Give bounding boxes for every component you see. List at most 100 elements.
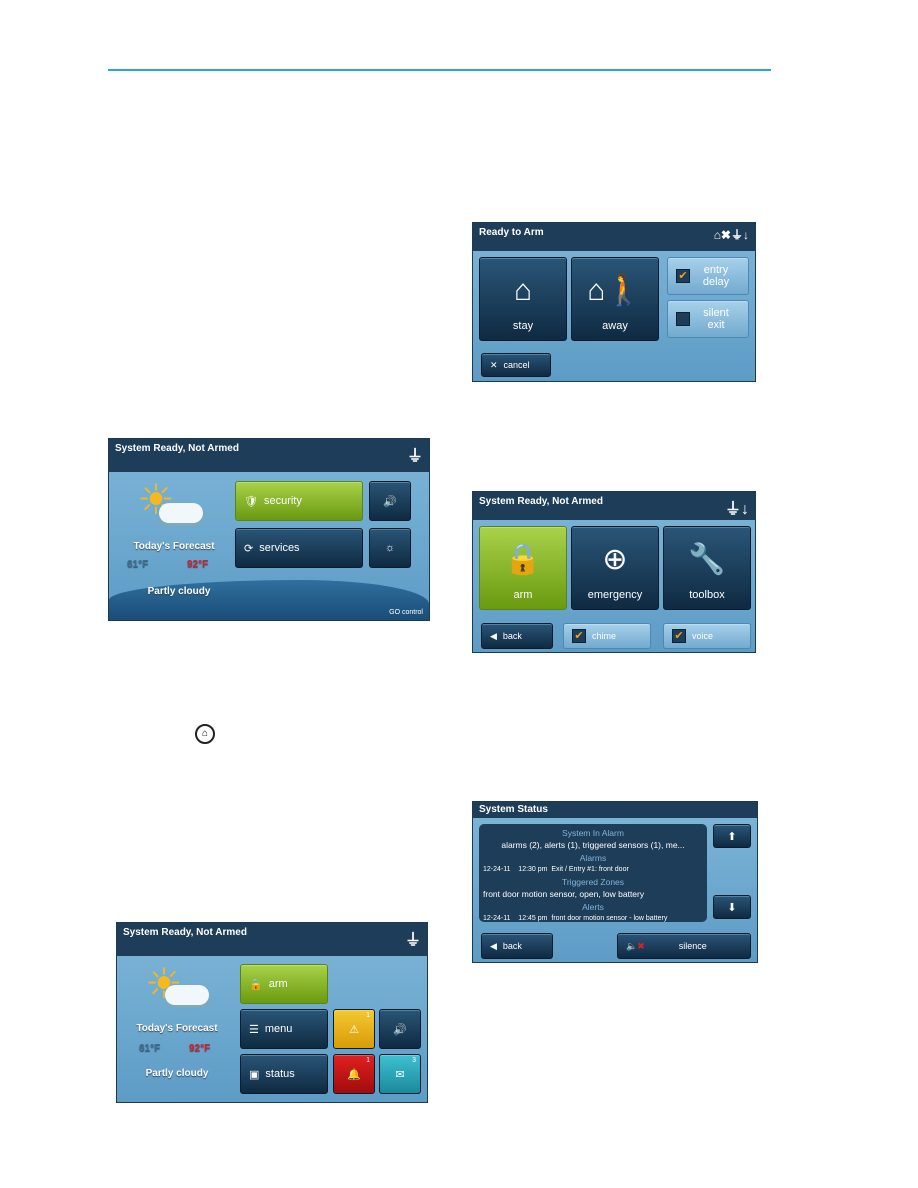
bell-icon: 🔔 [347, 1068, 361, 1081]
high-temp: 92°F [187, 559, 209, 570]
services-icon: ⟳ [244, 542, 254, 555]
checkbox-checked-icon: ✔ [672, 629, 686, 643]
brightness-button[interactable]: ☼ [369, 528, 411, 568]
wrench-icon: 🔧 [688, 543, 726, 576]
condition: Partly cloudy [145, 1068, 209, 1079]
cancel-label: cancel [503, 360, 530, 370]
menu-button[interactable]: ☰ menu [240, 1009, 328, 1049]
speaker-icon: 🔊 [383, 495, 397, 508]
silence-button[interactable]: 🔈✖ silence [617, 933, 751, 959]
toolbox-label: toolbox [689, 589, 725, 601]
stay-button[interactable]: ⌂ stay [479, 257, 567, 341]
away-button[interactable]: ⌂🚶 away [571, 257, 659, 341]
house-walk-icon: ⌂🚶 [587, 274, 643, 307]
house-person-icon: ⌂ [513, 274, 533, 307]
back-label: back [502, 941, 522, 951]
plug-arrow-icon: ⏚↓ [724, 501, 749, 518]
zone-entry: front door motion sensor, open, low batt… [483, 889, 645, 900]
toolbox-button[interactable]: 🔧 toolbox [663, 526, 751, 610]
status-title: System Status [479, 804, 548, 815]
stay-label: stay [512, 320, 534, 332]
messages-button[interactable]: ✉ 3 [379, 1054, 421, 1094]
alerts-button[interactable]: ⚠ 1 [333, 1009, 375, 1049]
back-button[interactable]: ◀ back [481, 933, 553, 959]
security-screen: System Ready, Not Armed ⏚↓ 🔒 arm ⊕ emergenc… [472, 491, 756, 653]
plug-icon: ⏚ [406, 448, 423, 465]
status-title: System Ready, Not Armed [115, 443, 239, 454]
security-button[interactable]: 🛡 security [235, 481, 363, 521]
home-screen-2: System Ready, Not Armed ⏚ ☀ Today's Forec… [116, 922, 428, 1103]
status-title: System Ready, Not Armed [123, 927, 247, 938]
menu-label: menu [264, 1023, 293, 1035]
emergency-button[interactable]: ⊕ emergency [571, 526, 659, 610]
logo: GO control [389, 609, 423, 616]
speaker-icon: 🔊 [393, 1023, 407, 1036]
alarms-heading: Alarms [579, 852, 607, 863]
header-rule [108, 69, 771, 71]
entry-delay-toggle[interactable]: ✔ entry delay [667, 257, 749, 295]
back-button[interactable]: ◀ back [481, 623, 553, 649]
status-title: System Ready, Not Armed [479, 496, 603, 507]
menu-icon: ☰ [249, 1023, 259, 1036]
alarm-entry: 12-24-11 12:30 pm Exit / Entry #1: front… [483, 864, 703, 876]
low-temp: 61°F [139, 1043, 161, 1054]
alerts-heading: Alerts [582, 901, 604, 912]
shield-icon: 🛡 [244, 495, 258, 508]
emergency-cross-icon: ⊕ [602, 543, 628, 576]
scroll-down-button[interactable]: ⬇ [713, 895, 751, 919]
date: 12-24-11 [483, 865, 511, 873]
lock-icon: 🔒 [504, 543, 542, 576]
status-title: Ready to Arm [479, 227, 544, 238]
mute-icon: 🔈✖ [626, 940, 645, 951]
voice-label: voice [692, 631, 714, 641]
status-bar: System Ready, Not Armed ⏚↓ [473, 492, 755, 520]
status-icon: ▣ [249, 1068, 260, 1081]
alert-count: 1 [366, 1012, 370, 1019]
back-arrow-icon: ◀ [490, 940, 497, 951]
alarm-count: 1 [366, 1057, 370, 1064]
forecast-label: Today's Forecast [136, 1023, 218, 1034]
status-list: System In Alarm alarms (2), alerts (1), … [479, 824, 707, 922]
low-temp: 61°F [127, 559, 149, 570]
chime-toggle[interactable]: ✔ chime [563, 623, 651, 649]
zones-heading: Triggered Zones [561, 877, 625, 888]
arm-screen: Ready to Arm ⌂✖⏚↓ ⌂ stay ⌂🚶 away ✔ entry del… [472, 222, 756, 382]
arm-button[interactable]: 🔒 arm [479, 526, 567, 610]
time: 12:30 pm [518, 865, 548, 873]
voice-toggle[interactable]: ✔ voice [663, 623, 751, 649]
cancel-button[interactable]: ✕ cancel [481, 353, 551, 377]
chime-label: chime [592, 631, 617, 641]
silence-label: silence [678, 941, 707, 951]
silent-exit-label: silent exit [703, 307, 729, 331]
lock-icon: 🔒 [249, 978, 263, 991]
back-arrow-icon: ◀ [490, 630, 497, 641]
cloud-icon [165, 985, 209, 1005]
status-bar: System Ready, Not Armed ⏚ [109, 439, 429, 472]
time: 12:45 pm [518, 915, 548, 923]
scroll-up-button[interactable]: ⬆ [713, 824, 751, 848]
services-button[interactable]: ⟳ services [235, 528, 363, 568]
status-bar: System Status [473, 802, 757, 818]
alarms-button[interactable]: 🔔 1 [333, 1054, 375, 1094]
security-label: security [263, 495, 302, 507]
status-button[interactable]: ▣ status [240, 1054, 328, 1094]
away-label: away [602, 320, 628, 332]
entry-delay-label: entry delay [702, 264, 730, 288]
arm-button[interactable]: 🔒 arm [240, 964, 328, 1004]
checkbox-checked-icon: ✔ [572, 629, 586, 643]
status-bar: Ready to Arm ⌂✖⏚↓ [473, 223, 755, 251]
arrow-down-icon: ⬇ [727, 901, 737, 914]
status-label: status [265, 1068, 295, 1080]
plug-icon: ⏚ [404, 932, 421, 949]
arm-label: arm [513, 589, 533, 601]
warning-icon: ⚠ [349, 1023, 359, 1036]
home-circle-icon: ⌂ [195, 724, 215, 744]
checkbox-unchecked-icon [676, 312, 690, 326]
volume-button[interactable]: 🔊 [379, 1009, 421, 1049]
arm-label: arm [268, 978, 288, 990]
emergency-label: emergency [587, 589, 643, 601]
volume-button[interactable]: 🔊 [369, 481, 411, 521]
status-screen: System Status System In Alarm alarms (2)… [472, 801, 758, 963]
condition: Partly cloudy [147, 586, 211, 597]
silent-exit-toggle[interactable]: silent exit [667, 300, 749, 338]
